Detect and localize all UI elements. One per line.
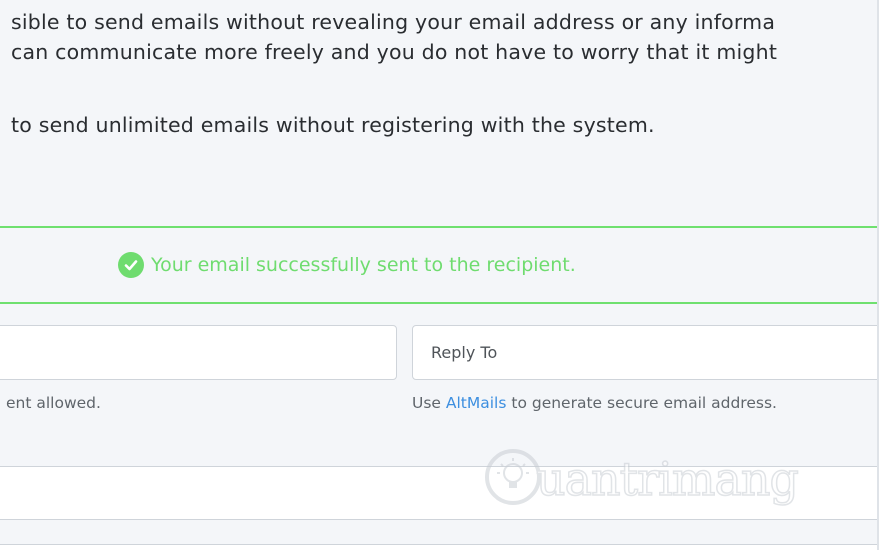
content-panel: sible to send emails without revealing y… — [0, 0, 879, 550]
success-message: Your email successfully sent to the reci… — [151, 254, 576, 276]
intro-text-line-1: sible to send emails without revealing y… — [11, 10, 776, 34]
intro-text-line-3: to send unlimited emails without registe… — [11, 113, 655, 137]
reply-to-help-text: Use AltMails to generate secure email ad… — [412, 394, 777, 412]
watermark-text: uantrimang — [535, 451, 799, 507]
success-alert: Your email successfully sent to the reci… — [0, 226, 877, 304]
lightbulb-icon — [482, 446, 544, 512]
check-circle-icon — [118, 252, 144, 278]
message-input[interactable] — [0, 544, 877, 550]
reply-help-prefix: Use — [412, 394, 446, 412]
reply-to-placeholder: Reply To — [431, 343, 498, 362]
success-alert-content: Your email successfully sent to the reci… — [118, 252, 576, 278]
reply-to-input[interactable]: Reply To — [412, 325, 877, 380]
watermark: uantrimang — [482, 446, 800, 512]
intro-text-line-2: can communicate more freely and you do n… — [11, 40, 778, 64]
altmails-link[interactable]: AltMails — [446, 394, 507, 412]
reply-help-suffix: to generate secure email address. — [506, 394, 777, 412]
sender-help-text: ent allowed. — [6, 394, 101, 412]
sender-field[interactable] — [0, 325, 397, 380]
